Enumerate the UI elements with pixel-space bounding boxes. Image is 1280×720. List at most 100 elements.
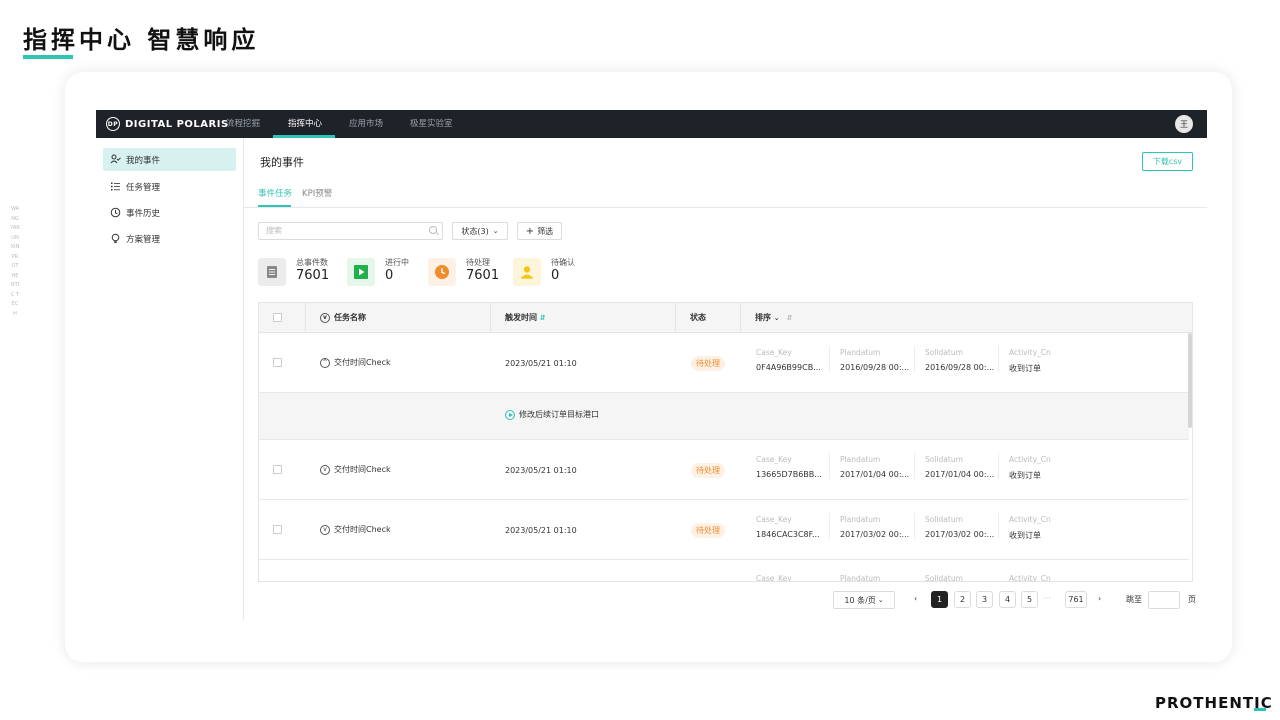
column-trigger-time[interactable]: 触发时间 ⇵: [505, 303, 546, 333]
row-checkbox[interactable]: [273, 465, 282, 474]
detail-key: Plandatum: [840, 455, 881, 464]
detail-divider: [829, 453, 830, 479]
trigger-time: 2023/05/21 01:10: [505, 526, 577, 535]
column-trigger-time-label: 触发时间: [505, 313, 537, 322]
row-checkbox[interactable]: [273, 358, 282, 367]
stat-value: 7601: [466, 268, 500, 283]
stat-to-confirm: 待确认 0: [513, 256, 593, 286]
sidebar-item-plan-management[interactable]: 方案管理: [103, 227, 236, 250]
tab-event-tasks[interactable]: 事件任务: [258, 187, 292, 199]
tab-kpi-alerts[interactable]: KPI预警: [302, 187, 332, 199]
download-csv-button[interactable]: 下载csv: [1142, 152, 1193, 171]
nav-polaris-lab[interactable]: 极星实验室: [410, 110, 453, 138]
play-icon: [505, 409, 515, 420]
chevron-down-icon[interactable]: v: [320, 524, 330, 535]
detail-key: Solldatum: [925, 455, 963, 464]
detail-key: Case_Key: [756, 574, 792, 582]
stat-label: 待处理: [466, 258, 490, 267]
recommended-action[interactable]: 修改后续订单目标港口: [505, 409, 599, 420]
next-page-icon[interactable]: ›: [1098, 594, 1101, 603]
page-2[interactable]: 2: [954, 591, 971, 608]
slide-title: 指挥中心 智慧响应: [23, 26, 260, 54]
nav-process-mining[interactable]: 流程挖掘: [226, 110, 260, 138]
filter-button[interactable]: + 筛选: [517, 222, 562, 240]
lightbulb-icon: [110, 233, 121, 244]
detail-divider: [914, 453, 915, 479]
column-task-name[interactable]: v 任务名称: [320, 303, 366, 333]
table-scrollbar[interactable]: [1188, 333, 1192, 428]
detail-key: Solldatum: [925, 574, 963, 582]
sidebar: 我的事件 任务管理 事件历史 方案管理: [96, 138, 244, 620]
plandatum-value: 2016/09/28 00:...: [840, 363, 910, 372]
jump-to-page-input[interactable]: [1148, 591, 1180, 609]
detail-divider: [998, 453, 999, 479]
stat-total-events: 总事件数 7601: [258, 256, 338, 286]
page-5[interactable]: 5: [1021, 591, 1038, 608]
stat-label: 总事件数: [296, 258, 328, 267]
brand-accent: [1254, 708, 1266, 711]
activity-value: 收到订单: [1009, 364, 1041, 373]
task-name: 交付时间Check: [334, 358, 391, 367]
table-row[interactable]: Case_Key Plandatum Solldatum Activity_Cn: [259, 560, 1189, 582]
sidebar-item-label: 方案管理: [126, 234, 161, 245]
detail-divider: [914, 346, 915, 372]
select-all-checkbox[interactable]: [273, 313, 282, 322]
chevron-down-icon: ⌄: [492, 227, 499, 235]
chevron-down-icon: ⌄: [773, 314, 780, 322]
tab-divider: [244, 207, 1207, 208]
chevron-up-icon[interactable]: ^: [320, 357, 330, 368]
detail-divider: [998, 346, 999, 372]
status-dropdown[interactable]: 状态(3) ⌄: [452, 222, 508, 240]
detail-divider: [914, 513, 915, 539]
sidebar-item-event-history[interactable]: 事件历史: [103, 201, 236, 224]
app-window: DP DIGITAL POLARIS 流程挖掘 指挥中心 应用市场 极星实验室 …: [96, 110, 1207, 620]
task-name-cell: ^ 交付时间Check: [320, 357, 391, 368]
detail-key: Case_Key: [756, 348, 792, 357]
chevron-down-icon[interactable]: v: [320, 464, 330, 475]
column-sort[interactable]: 排序 ⌄ ⇵: [755, 303, 792, 333]
detail-key: Case_Key: [756, 515, 792, 524]
page-4[interactable]: 4: [999, 591, 1016, 608]
main-content: 我的事件 下载csv 事件任务 KPI预警 搜索 状态(3) ⌄ + 筛选 总事…: [244, 138, 1207, 620]
row-checkbox[interactable]: [273, 525, 282, 534]
nav-command-center[interactable]: 指挥中心: [288, 110, 322, 138]
page-size-label: 10 条/页: [844, 595, 876, 605]
nav-app-market[interactable]: 应用市场: [349, 110, 383, 138]
task-name: 交付时间Check: [334, 465, 391, 474]
task-name: 交付时间Check: [334, 525, 391, 534]
case-key-value: 13665D7B6BB...: [756, 470, 822, 479]
page-1[interactable]: 1: [931, 591, 948, 608]
prev-page-icon[interactable]: ‹: [914, 594, 917, 603]
pagination-ellipsis[interactable]: ···: [1043, 594, 1051, 603]
table-row[interactable]: v 交付时间Check 2023/05/21 01:10 待处理 Case_Key…: [259, 500, 1189, 560]
activity-value: 收到订单: [1009, 471, 1041, 480]
avatar[interactable]: 王: [1175, 115, 1193, 133]
logo-icon: DP: [106, 117, 120, 131]
sort-icon: ⇵: [539, 314, 546, 322]
status-badge: 待处理: [691, 523, 725, 538]
clock-icon: [428, 258, 456, 286]
sidebar-item-label: 任务管理: [126, 182, 161, 193]
column-status[interactable]: 状态: [690, 303, 706, 333]
sort-icon: ⇵: [786, 314, 793, 322]
page-suffix-label: 页: [1188, 595, 1196, 604]
solldatum-value: 2017/03/02 00:...: [925, 530, 995, 539]
table-row[interactable]: v 交付时间Check 2023/05/21 01:10 待处理 Case_Key…: [259, 440, 1189, 500]
page-last[interactable]: 761: [1065, 591, 1087, 608]
stat-label: 进行中: [385, 258, 409, 267]
search-input[interactable]: 搜索: [258, 222, 443, 240]
list-icon: [110, 181, 121, 192]
detail-key: Activity_Cn: [1009, 574, 1051, 582]
page-size-select[interactable]: 10 条/页 ⌄: [833, 591, 895, 609]
column-divider: [675, 303, 676, 333]
sidebar-item-task-management[interactable]: 任务管理: [103, 175, 236, 198]
person-icon: [513, 258, 541, 286]
stat-value: 0: [385, 268, 394, 283]
sidebar-item-my-events[interactable]: 我的事件: [103, 148, 236, 171]
table-row[interactable]: ^ 交付时间Check 2023/05/21 01:10 待处理 Case_Key…: [259, 333, 1189, 393]
app-logo[interactable]: DP DIGITAL POLARIS: [106, 117, 229, 131]
top-navigation: DP DIGITAL POLARIS 流程挖掘 指挥中心 应用市场 极星实验室 …: [96, 110, 1207, 138]
case-key-value: 1846CAC3C8F...: [756, 530, 820, 539]
page-3[interactable]: 3: [976, 591, 993, 608]
stat-value: 0: [551, 268, 560, 283]
